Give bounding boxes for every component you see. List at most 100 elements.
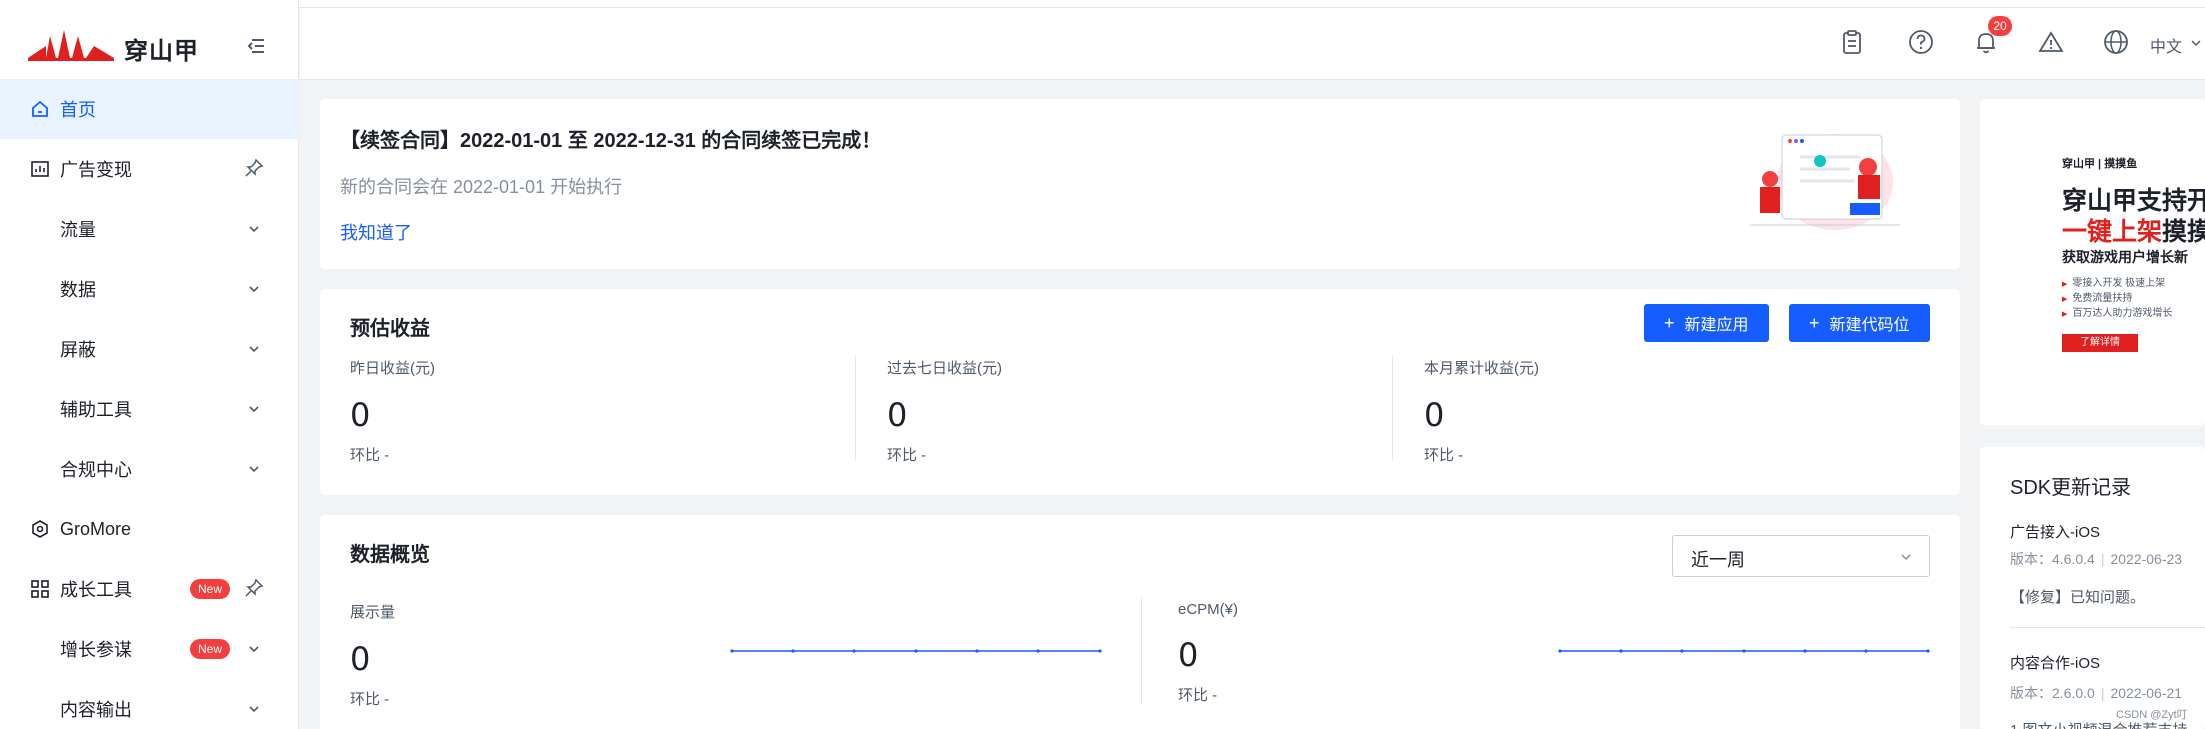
sidebar-item-compliance[interactable]: 合规中心	[0, 439, 299, 499]
sidebar: 穿山甲 首页 广告变现 流量 数据 屏蔽 辅助工具 合规中心 GroMore 成…	[0, 0, 299, 729]
metric-month-to-date: 本月累计收益(元) 0 环比 -	[1424, 357, 1539, 465]
sidebar-item-growth-advisor[interactable]: 增长参谋 New	[0, 619, 299, 679]
sdk-item-date: 2022-06-23	[2110, 551, 2183, 567]
metric-ecpm: eCPM(¥) 0 环比 -	[1178, 601, 1238, 705]
sidebar-item-label: 辅助工具	[60, 400, 132, 420]
metric-ratio: 环比 -	[1178, 687, 1218, 704]
sdk-item-meta: 版本：4.6.0.4 | 2022-06-23	[2010, 551, 2183, 567]
notice-description: 新的合同会在 2022-01-01 开始执行	[340, 177, 623, 197]
new-app-button[interactable]: + 新建应用	[1644, 304, 1769, 342]
promo-subtitle: 获取游戏用户增长新	[2062, 249, 2188, 265]
sdk-item-name[interactable]: 内容合作-iOS	[2010, 652, 2100, 673]
sdk-item-name[interactable]: 广告接入-iOS	[2010, 521, 2100, 542]
sidebar-item-label: 内容输出	[60, 700, 132, 720]
sdk-changelog-card: SDK更新记录 广告接入-iOS 版本：4.6.0.4 | 2022-06-23 【…	[1980, 447, 2205, 729]
warning-icon[interactable]	[2037, 28, 2065, 56]
pin-icon[interactable]	[244, 578, 264, 598]
metric-ratio: 环比 -	[887, 447, 927, 464]
income-title: 预估收益	[350, 318, 430, 340]
sidebar-item-home[interactable]: 首页	[0, 79, 299, 139]
sdk-item-description: 【修复】已知问题。	[2010, 589, 2146, 606]
logo-text: 穿山甲	[124, 38, 199, 65]
help-icon[interactable]	[1907, 28, 1935, 56]
new-ad-slot-button-label: 新建代码位	[1829, 317, 1910, 334]
divider	[1392, 355, 1393, 461]
home-icon	[32, 100, 48, 117]
divider	[855, 355, 856, 461]
metric-value: 0	[1178, 636, 1199, 674]
new-ad-slot-button[interactable]: + 新建代码位	[1789, 304, 1930, 342]
sidebar-item-gromore[interactable]: GroMore	[0, 499, 299, 559]
metric-label: 展示量	[350, 604, 396, 621]
collapse-menu-icon[interactable]	[244, 34, 268, 58]
plus-icon: +	[1809, 313, 1820, 333]
sidebar-item-traffic[interactable]: 流量	[0, 199, 299, 259]
metric-label: 昨日收益(元)	[350, 360, 435, 377]
sidebar-item-block[interactable]: 屏蔽	[0, 319, 299, 379]
sidebar-item-label: 广告变现	[60, 160, 132, 180]
metric-ratio: 环比 -	[1424, 447, 1464, 464]
metric-label: 过去七日收益(元)	[887, 360, 1002, 377]
promo-brand: 穿山甲 | 摸摸鱼	[2062, 158, 2138, 170]
estimated-income-card: 预估收益 + 新建应用 + 新建代码位 昨日收益(元) 0 环比 - 过去七日收…	[320, 289, 1960, 495]
logo-row: 穿山甲	[0, 8, 299, 78]
metric-value: 0	[887, 396, 908, 434]
contract-notice-card: 【续签合同】2022-01-01 至 2022-12-31 的合同续签已完成！ …	[320, 99, 1960, 269]
chevron-down-icon	[249, 406, 259, 413]
sidebar-item-tools[interactable]: 辅助工具	[0, 379, 299, 439]
sidebar-item-content-output[interactable]: 内容输出	[0, 679, 299, 729]
language-selector[interactable]: 中文	[2150, 33, 2182, 57]
sidebar-item-data[interactable]: 数据	[0, 259, 299, 319]
watermark: CSDN @Zyt叮	[2116, 709, 2188, 721]
metric-yesterday: 昨日收益(元) 0 环比 -	[350, 357, 435, 465]
clipboard-icon[interactable]	[1838, 28, 1866, 56]
sdk-item-date: 2022-06-21	[2110, 685, 2183, 701]
sidebar-item-label: 增长参谋	[60, 640, 132, 660]
hexagon-icon	[32, 520, 48, 538]
chevron-down-icon	[2191, 40, 2201, 47]
sidebar-item-ad-monetization[interactable]: 广告变现	[0, 139, 299, 199]
sdk-title: SDK更新记录	[2010, 477, 2132, 499]
sidebar-item-label: 成长工具	[60, 580, 132, 600]
sidebar-item-label: GroMore	[60, 518, 132, 539]
sdk-item-version: 版本：4.6.0.4	[2010, 551, 2095, 567]
overview-title: 数据概览	[350, 544, 430, 566]
grid-icon	[31, 580, 49, 598]
acknowledge-link[interactable]: 我知道了	[340, 219, 412, 245]
sidebar-item-growth-tools[interactable]: 成长工具 New	[0, 559, 299, 619]
promo-headline-dark: 摸摸	[2162, 218, 2205, 246]
sidebar-item-label: 流量	[60, 220, 96, 240]
promo-bullet: 零接入开发 极速上架	[2062, 274, 2165, 289]
sdk-item-version: 版本：2.6.0.0	[2010, 685, 2095, 701]
new-badge: New	[190, 579, 231, 599]
sdk-item-meta: 版本：2.6.0.0 | 2022-06-21	[2010, 685, 2183, 701]
period-select[interactable]: 近一周	[1672, 535, 1930, 577]
sidebar-nav: 首页 广告变现 流量 数据 屏蔽 辅助工具 合规中心 GroMore 成长工具 …	[0, 79, 299, 729]
notification-count-badge: 20	[1988, 16, 2012, 36]
notice-title: 【续签合同】2022-01-01 至 2022-12-31 的合同续签已完成！	[340, 130, 882, 152]
promo-learn-more-button[interactable]: 了解详情	[2062, 334, 2138, 352]
chevron-down-icon	[1901, 554, 1911, 561]
new-badge: New	[190, 639, 231, 659]
pin-icon[interactable]	[244, 158, 264, 178]
metric-label: 本月累计收益(元)	[1424, 360, 1539, 377]
promo-banner[interactable]: 穿山甲 | 摸摸鱼 穿山甲支持开 一键上架摸摸 获取游戏用户增长新 零接入开发 …	[1980, 99, 2205, 425]
ecpm-sparkline	[1558, 649, 1930, 653]
chevron-down-icon	[249, 706, 259, 713]
metric-last-7-days: 过去七日收益(元) 0 环比 -	[887, 357, 1002, 465]
metric-value: 0	[1424, 396, 1445, 434]
chevron-down-icon	[249, 646, 259, 653]
chevron-down-icon	[249, 346, 259, 353]
impressions-sparkline	[730, 649, 1102, 653]
metric-label: eCPM(¥)	[1178, 601, 1239, 618]
chart-icon	[31, 161, 49, 177]
promo-bullet: 百万达人助力游戏增长	[2062, 304, 2172, 319]
sidebar-item-label: 合规中心	[60, 460, 132, 480]
metric-value: 0	[350, 396, 371, 434]
logo-mark-icon	[28, 30, 114, 61]
sidebar-item-label: 首页	[60, 100, 96, 120]
browser-top-strip	[0, 0, 2205, 8]
globe-icon[interactable]	[2102, 28, 2130, 56]
promo-headline-red: 一键上架	[2062, 218, 2163, 246]
contract-illustration	[1750, 134, 1900, 230]
